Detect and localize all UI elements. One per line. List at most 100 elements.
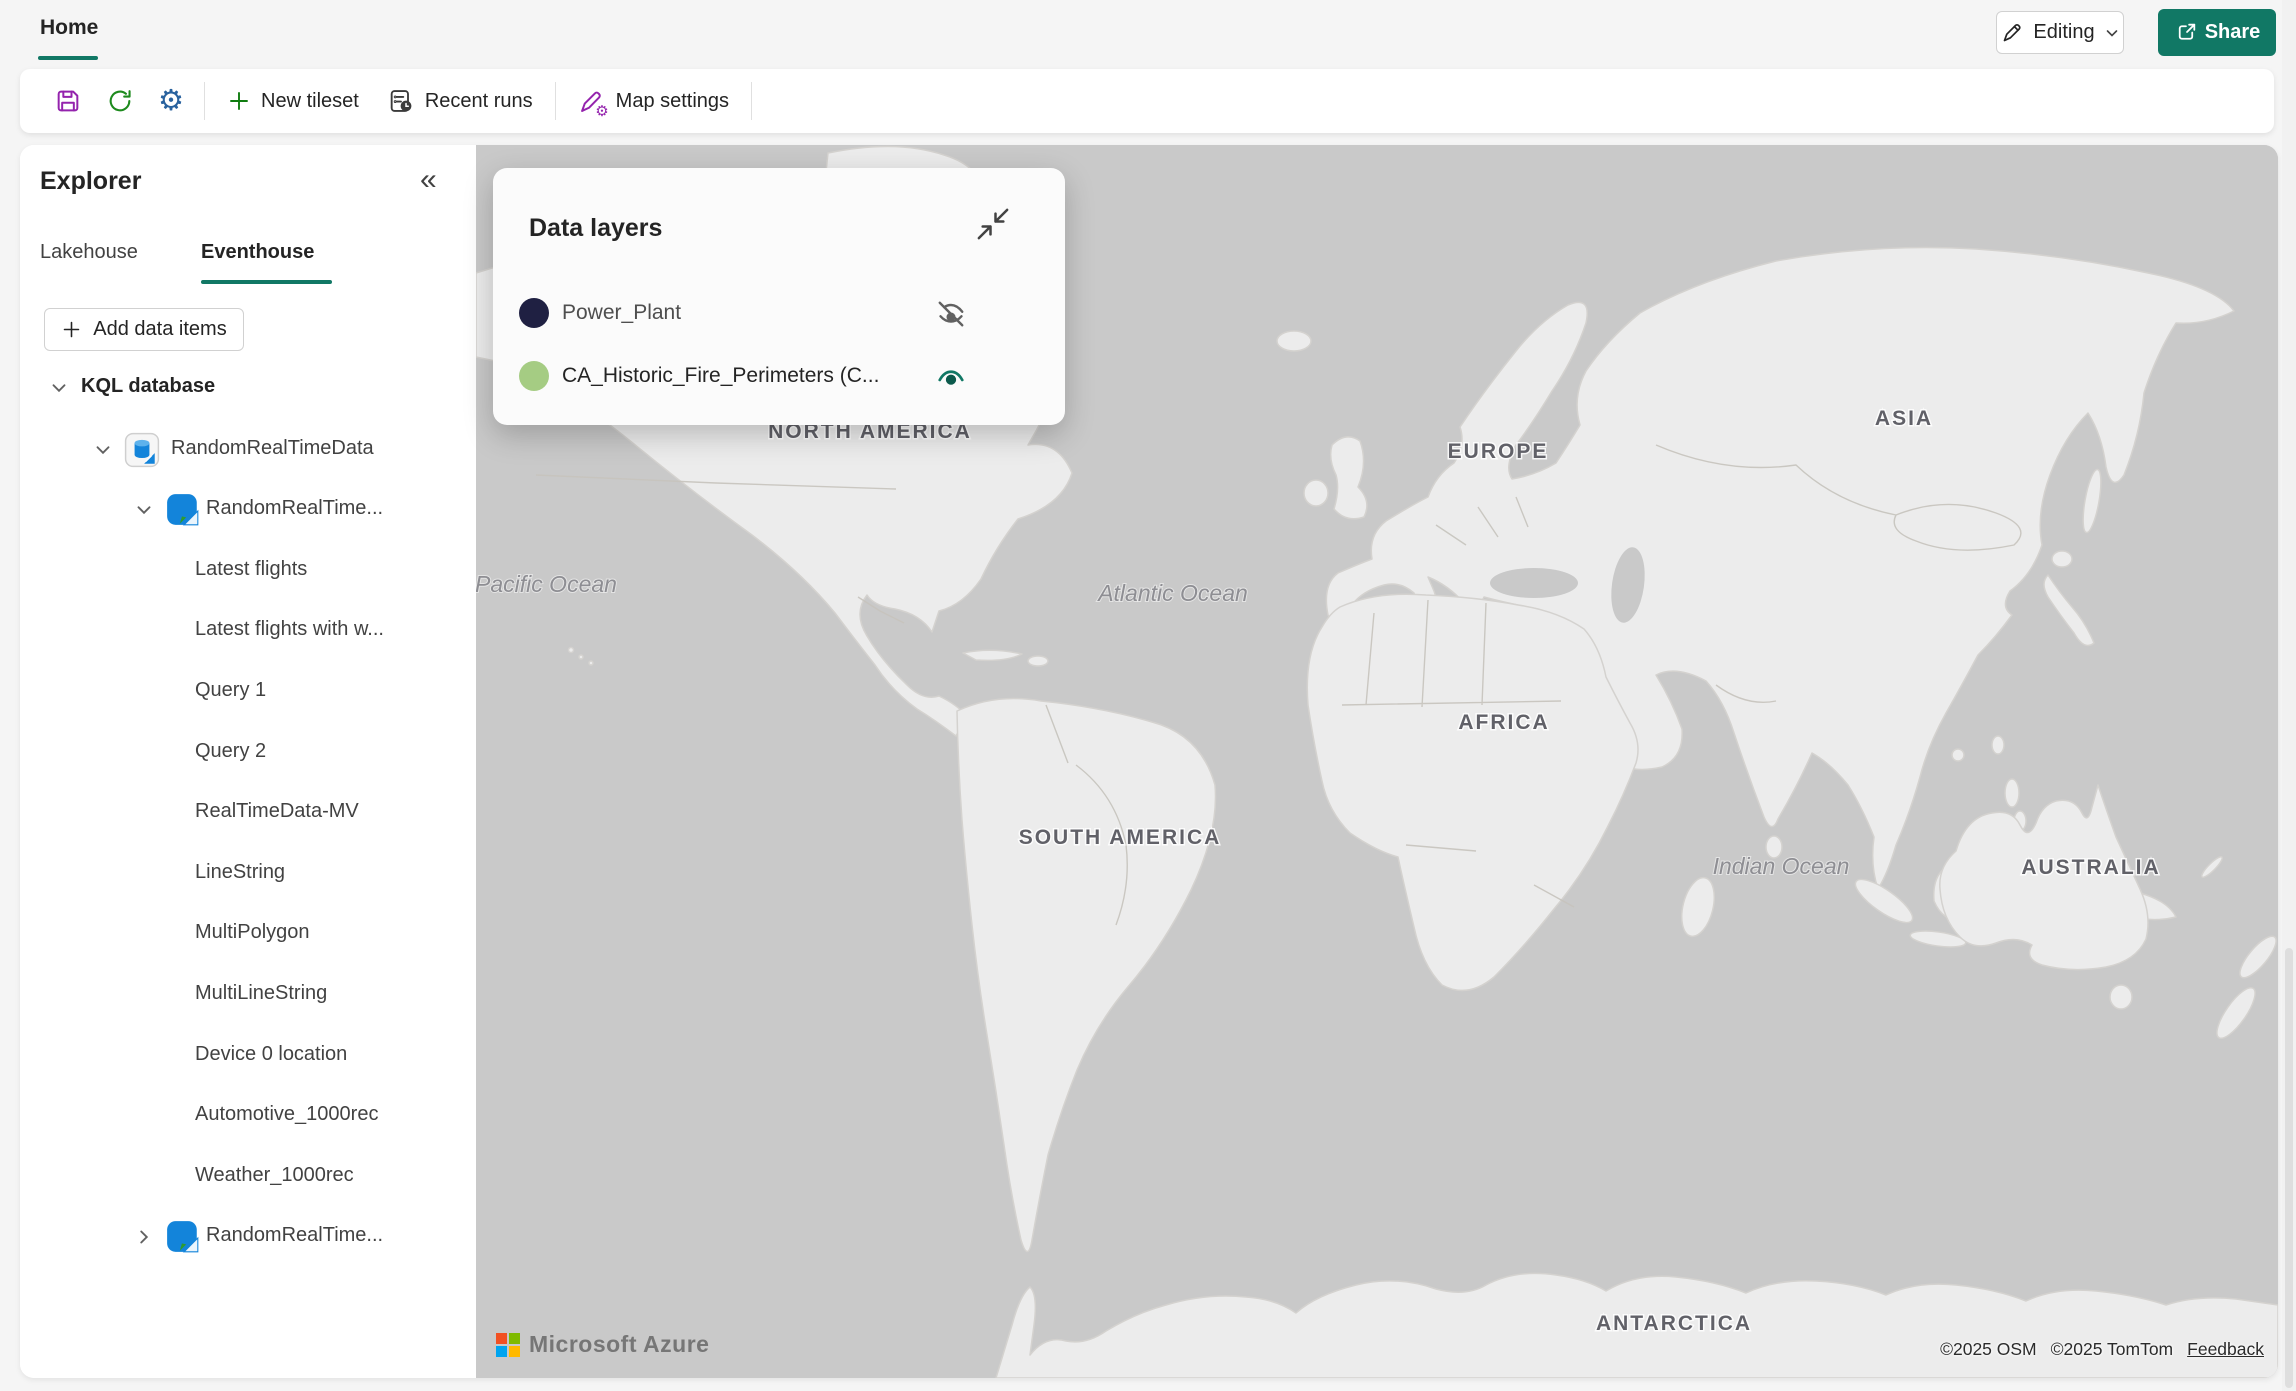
tree-item-randomrealtime-db[interactable]: RandomRealTime...	[20, 480, 476, 540]
tree-item-linestring[interactable]: LineString	[20, 844, 476, 904]
azure-watermark: Microsoft Azure	[496, 1331, 709, 1358]
feedback-link[interactable]: Feedback	[2187, 1339, 2264, 1360]
save-icon	[54, 87, 82, 115]
data-layers-panel: Data layers Power_Plant	[493, 168, 1065, 425]
tree-item-label: Device 0 location	[195, 1043, 347, 1066]
toolbar-divider	[555, 82, 556, 120]
share-label: Share	[2205, 21, 2261, 44]
kql-database-icon	[165, 492, 201, 528]
editing-mode-dropdown[interactable]: Editing	[1996, 11, 2124, 54]
add-data-items-label: Add data items	[93, 318, 226, 341]
label-europe: EUROPE	[1448, 440, 1549, 463]
plus-icon	[227, 89, 251, 113]
tree-item-automotive-1000rec[interactable]: Automotive_1000rec	[20, 1086, 476, 1146]
label-indian-ocean: Indian Ocean	[1713, 853, 1850, 879]
window-scrollbar[interactable]	[2282, 0, 2296, 1391]
settings-button[interactable]: ⚙	[146, 79, 196, 123]
microsoft-logo-icon	[496, 1333, 520, 1357]
toolbar-divider	[204, 82, 205, 120]
layer-swatch	[519, 298, 549, 328]
data-layers-title: Data layers	[529, 214, 662, 243]
tree-item-label: Latest flights with w...	[195, 618, 384, 641]
eye-off-icon[interactable]	[933, 296, 969, 332]
tree-item-randomrealtimedata[interactable]: RandomRealTimeData	[20, 420, 476, 480]
tree-item-query-2[interactable]: Query 2	[20, 723, 476, 783]
tree-item-label: RandomRealTime...	[206, 497, 383, 520]
share-button[interactable]: Share	[2158, 9, 2276, 56]
chevron-down-icon	[2104, 25, 2120, 41]
refresh-button[interactable]	[94, 79, 146, 123]
recent-runs-icon	[387, 87, 415, 115]
map-settings-button[interactable]: ⚙ Map settings	[564, 79, 743, 123]
collapse-panel-icon[interactable]	[973, 204, 1013, 244]
new-tileset-button[interactable]: New tileset	[213, 79, 373, 123]
azure-watermark-label: Microsoft Azure	[529, 1331, 709, 1358]
gear-icon: ⚙	[158, 87, 184, 116]
tree-item-label: RealTimeData-MV	[195, 800, 359, 823]
tree-item-latest-flights[interactable]: Latest flights	[20, 541, 476, 601]
map-settings-label: Map settings	[616, 90, 729, 113]
tree-item-label: Automotive_1000rec	[195, 1103, 378, 1126]
tree-item-multipolygon[interactable]: MultiPolygon	[20, 904, 476, 964]
label-africa: AFRICA	[1458, 711, 1549, 734]
tree-item-label: Query 1	[195, 679, 266, 702]
map-attribution: ©2025 OSM ©2025 TomTom Feedback	[1940, 1339, 2264, 1360]
layer-row-ca-historic-fire-perimeters[interactable]: CA_Historic_Fire_Perimeters (C...	[493, 351, 1065, 401]
tomtom-copyright: ©2025 TomTom	[2051, 1339, 2174, 1360]
editing-label: Editing	[2033, 21, 2094, 44]
tree-item-label: Latest flights	[195, 558, 307, 581]
tab-eventhouse-underline	[201, 280, 332, 284]
tree-item-label: MultiLineString	[195, 982, 327, 1005]
eventhouse-icon	[124, 432, 160, 468]
top-bar: Home Editing Share	[0, 0, 2296, 64]
tree-item-label: Weather_1000rec	[195, 1164, 354, 1187]
tree-item-label: KQL database	[81, 375, 215, 398]
toolbar: ⚙ New tileset Recent runs ⚙ Map setting	[20, 69, 2274, 133]
tree-item-query-1[interactable]: Query 1	[20, 662, 476, 722]
tree-item-realtimedata-mv[interactable]: RealTimeData-MV	[20, 783, 476, 843]
chevron-down-icon[interactable]	[92, 439, 114, 461]
save-button[interactable]	[42, 79, 94, 123]
content-card: Explorer « Lakehouse Eventhouse Add data…	[20, 145, 2278, 1378]
layer-name: Power_Plant	[562, 301, 681, 325]
chevron-right-icon[interactable]	[133, 1226, 155, 1248]
tab-home-underline	[38, 56, 98, 60]
tab-eventhouse[interactable]: Eventhouse	[201, 241, 314, 264]
label-south-america: SOUTH AMERICA	[1019, 826, 1222, 849]
tree-item-randomrealtime-db-2[interactable]: RandomRealTime...	[20, 1207, 476, 1267]
toolbar-divider	[751, 82, 752, 120]
osm-copyright: ©2025 OSM	[1940, 1339, 2037, 1360]
map-canvas[interactable]: NORTH AMERICA SOUTH AMERICA EUROPE ASIA …	[476, 145, 2278, 1378]
chevron-down-icon[interactable]	[48, 377, 70, 399]
share-icon	[2174, 20, 2199, 45]
tree-item-label: RandomRealTimeData	[171, 437, 374, 460]
recent-runs-button[interactable]: Recent runs	[373, 79, 547, 123]
new-tileset-label: New tileset	[261, 90, 359, 113]
label-pacific-ocean: Pacific Ocean	[476, 571, 617, 597]
tab-lakehouse[interactable]: Lakehouse	[40, 241, 138, 264]
tree-item-latest-flights-with-w[interactable]: Latest flights with w...	[20, 601, 476, 661]
chevron-down-icon[interactable]	[133, 499, 155, 521]
label-antarctica: ANTARCTICA	[1596, 1312, 1752, 1335]
scrollbar-thumb[interactable]	[2285, 948, 2293, 1388]
eye-on-icon[interactable]	[933, 359, 969, 395]
recent-runs-label: Recent runs	[425, 90, 533, 113]
collapse-pane-icon[interactable]: «	[420, 163, 437, 197]
explorer-sidebar: Explorer « Lakehouse Eventhouse Add data…	[20, 145, 476, 1378]
tree-item-device-0-location[interactable]: Device 0 location	[20, 1026, 476, 1086]
tab-home[interactable]: Home	[40, 16, 98, 40]
tree-item-kql-database[interactable]: KQL database	[20, 358, 476, 418]
plus-icon	[61, 319, 82, 340]
layer-row-power-plant[interactable]: Power_Plant	[493, 288, 1065, 338]
refresh-icon	[106, 87, 134, 115]
add-data-items-button[interactable]: Add data items	[44, 308, 244, 351]
layer-name: CA_Historic_Fire_Perimeters (C...	[562, 364, 879, 388]
mini-gear-icon: ⚙	[595, 104, 608, 119]
tree-item-label: Query 2	[195, 740, 266, 763]
map-settings-icon: ⚙	[578, 87, 606, 115]
tree-item-multilinestring[interactable]: MultiLineString	[20, 965, 476, 1025]
tree-item-weather-1000rec[interactable]: Weather_1000rec	[20, 1147, 476, 1207]
kql-database-icon	[165, 1219, 201, 1255]
tree-item-label: RandomRealTime...	[206, 1224, 383, 1247]
tree-item-label: LineString	[195, 861, 285, 884]
